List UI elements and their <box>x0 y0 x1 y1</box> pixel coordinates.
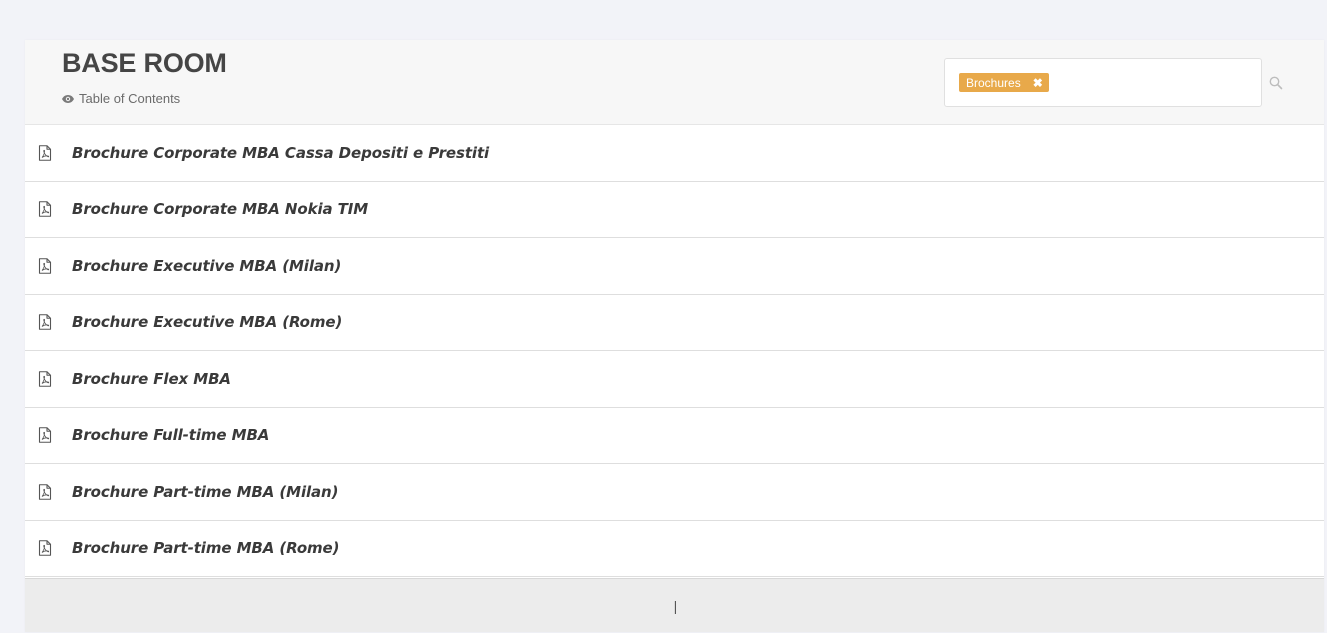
subtitle-text: Table of Contents <box>79 91 181 106</box>
search-icon[interactable] <box>1269 76 1283 90</box>
list-item[interactable]: Brochure Corporate MBA Cassa Depositi e … <box>25 125 1324 182</box>
subtitle: Table of Contents <box>62 91 180 106</box>
search-input[interactable]: Brochures ✖ <box>944 58 1262 107</box>
list-item[interactable]: Brochure Executive MBA (Milan) <box>25 238 1324 295</box>
filter-tag: Brochures ✖ <box>959 73 1049 92</box>
pdf-file-icon <box>38 427 52 444</box>
list-item-label: Brochure Part-time MBA (Milan) <box>72 482 339 501</box>
list-item-label: Brochure Corporate MBA Nokia TIM <box>72 200 369 219</box>
list-item-label: Brochure Executive MBA (Rome) <box>72 313 343 332</box>
document-panel: BASE ROOM Table of Contents Brochures ✖ … <box>25 40 1324 632</box>
list-item-label: Brochure Part-time MBA (Rome) <box>72 539 340 558</box>
page-title: BASE ROOM <box>62 48 227 78</box>
pdf-file-icon <box>38 540 52 557</box>
eye-icon <box>62 94 74 103</box>
list-item-label: Brochure Executive MBA (Milan) <box>72 256 342 275</box>
list-item-label: Brochure Flex MBA <box>72 369 231 388</box>
list-item[interactable]: Brochure Full-time MBA <box>25 408 1324 464</box>
pdf-file-icon <box>38 314 52 331</box>
panel-footer: | <box>25 578 1324 632</box>
list-item-label: Brochure Corporate MBA Cassa Depositi e … <box>72 143 490 162</box>
pdf-file-icon <box>38 144 52 161</box>
pdf-file-icon <box>38 257 52 274</box>
footer-text: | <box>673 597 678 614</box>
list-item[interactable]: Brochure Executive MBA (Rome) <box>25 295 1324 351</box>
list-item-label: Brochure Full-time MBA <box>72 426 270 445</box>
list-item[interactable]: Brochure Corporate MBA Nokia TIM <box>25 182 1324 238</box>
pdf-file-icon <box>38 201 52 218</box>
document-list: Brochure Corporate MBA Cassa Depositi e … <box>25 125 1324 577</box>
list-item[interactable]: Brochure Part-time MBA (Rome) <box>25 521 1324 577</box>
panel-header: BASE ROOM Table of Contents Brochures ✖ <box>25 40 1324 125</box>
tag-remove-icon[interactable]: ✖ <box>1033 76 1043 90</box>
list-item[interactable]: Brochure Flex MBA <box>25 351 1324 408</box>
list-item[interactable]: Brochure Part-time MBA (Milan) <box>25 464 1324 521</box>
pdf-file-icon <box>38 370 52 387</box>
pdf-file-icon <box>38 483 52 500</box>
filter-tag-label: Brochures <box>966 75 1021 90</box>
